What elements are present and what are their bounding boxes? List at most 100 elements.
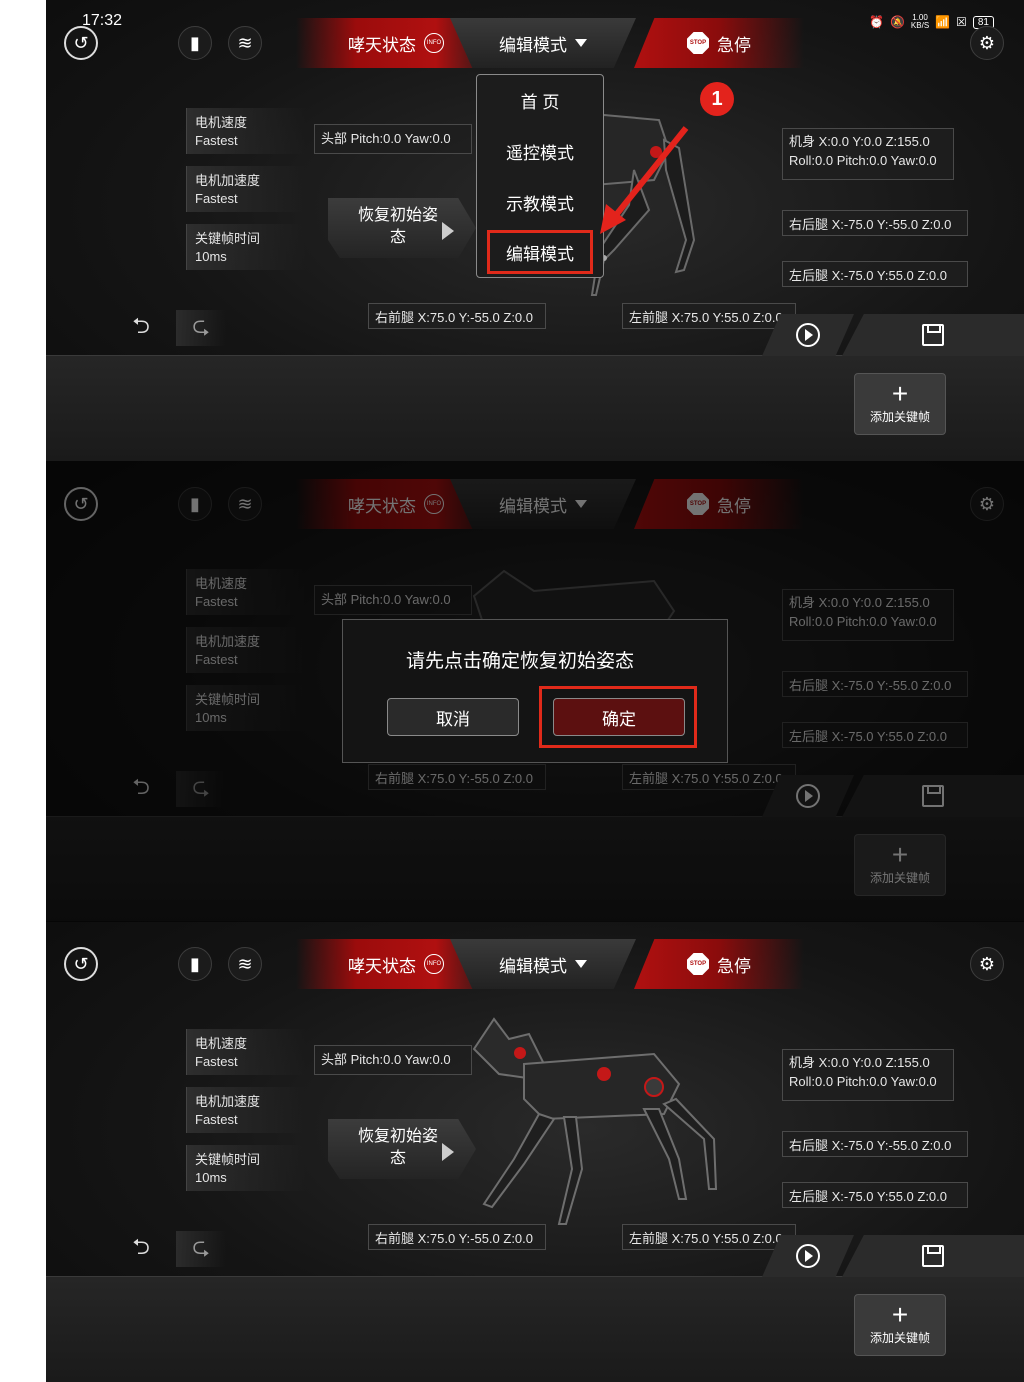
- settings-button[interactable]: ⚙: [970, 947, 1004, 981]
- save-icon: [922, 1245, 944, 1267]
- body-pose-rotation: Roll:0.0 Pitch:0.0 Yaw:0.0: [789, 1074, 937, 1089]
- chevron-down-icon: [575, 39, 587, 47]
- tab-status-label: 哮天状态: [348, 35, 416, 55]
- screen-panel-2: ↺ ▮ ≋ ⚙ 哮天状态 INFO 编辑模式 STOP 急停 电机速度 Fast…: [46, 461, 1024, 922]
- dialog-message: 请先点击确定恢复初始姿态: [405, 651, 634, 672]
- add-keyframe-button[interactable]: + 添加关键帧: [854, 1294, 946, 1356]
- alarm-icon: ⏰: [869, 15, 884, 29]
- step-marker-1: 1: [700, 82, 734, 116]
- plus-icon: +: [891, 378, 909, 409]
- stop-sign-icon: STOP: [687, 32, 709, 54]
- mode-selector-label: 编辑模式: [499, 35, 567, 55]
- restore-label: 恢复初始姿态: [357, 1128, 438, 1167]
- add-keyframe-label: 添加关键帧: [869, 1331, 930, 1345]
- info-icon: INFO: [424, 954, 444, 974]
- keyframe-time-value: 10ms: [195, 249, 227, 264]
- motor-accel-value: Fastest: [195, 1112, 238, 1127]
- left-rear-leg-pose: 左后腿 X:-75.0 Y:55.0 Z:0.0: [782, 1182, 968, 1208]
- battery-icon: ▮: [190, 953, 200, 974]
- mode-selector-label: 编辑模式: [499, 956, 567, 976]
- keyframe-time-param[interactable]: 关键帧时间 10ms: [186, 224, 306, 270]
- redo-icon[interactable]: ⮎: [176, 310, 226, 346]
- play-icon: [796, 323, 820, 347]
- motor-accel-param[interactable]: 电机加速度 Fastest: [186, 166, 306, 212]
- motor-accel-label: 电机加速度: [195, 1094, 261, 1109]
- restore-pose-dialog: 请先点击确定恢复初始姿态 取消 确定: [342, 619, 728, 763]
- body-pose-rotation: Roll:0.0 Pitch:0.0 Yaw:0.0: [789, 153, 937, 168]
- back-arrow-icon: ↺: [73, 953, 89, 974]
- keyframe-time-value: 10ms: [195, 1170, 227, 1185]
- confirm-button[interactable]: 确定: [553, 698, 685, 736]
- mute-icon: 🔕: [889, 15, 905, 29]
- play-triangle-icon: [442, 1143, 454, 1161]
- screen-panel-1: 17:32 ⏰ 🔕 1.00 KB/S 📶 ☒ 81 ↺ ▮ ≋ ⚙ 哮天状态 I…: [46, 0, 1024, 461]
- back-button[interactable]: ↺: [64, 947, 98, 981]
- tab-status-label: 哮天状态: [348, 956, 416, 976]
- right-front-leg-pose: 右前腿 X:75.0 Y:-55.0 Z:0.0: [368, 1224, 546, 1250]
- status-icons: ⏰ 🔕 1.00 KB/S 📶 ☒ 81: [869, 14, 994, 30]
- motor-speed-param[interactable]: 电机速度 Fastest: [186, 108, 306, 154]
- right-rear-leg-pose: 右后腿 X:-75.0 Y:-55.0 Z:0.0: [782, 1131, 968, 1157]
- motor-accel-label: 电机加速度: [195, 173, 261, 188]
- chevron-down-icon: [575, 960, 587, 968]
- stop-sign-icon: STOP: [687, 953, 709, 975]
- menu-item-home[interactable]: 首 页: [477, 75, 603, 126]
- mode-selector[interactable]: 编辑模式: [450, 939, 636, 989]
- battery-button[interactable]: ▮: [178, 947, 212, 981]
- play-triangle-icon: [442, 222, 454, 240]
- keyframe-time-label: 关键帧时间: [195, 1152, 261, 1167]
- battery-button[interactable]: ▮: [178, 26, 212, 60]
- save-button[interactable]: [842, 1235, 1024, 1277]
- emergency-stop-label: 急停: [717, 35, 751, 55]
- cancel-button[interactable]: 取消: [387, 698, 519, 736]
- restore-initial-pose-button[interactable]: 恢复初始姿态: [328, 1119, 476, 1179]
- mode-dropdown-menu: 首 页 遥控模式 示教模式 编辑模式: [476, 74, 604, 278]
- body-pose-position: 机身 X:0.0 Y:0.0 Z:155.0: [789, 134, 930, 149]
- head-pose: 头部 Pitch:0.0 Yaw:0.0: [314, 124, 472, 154]
- motor-speed-label: 电机速度: [195, 1036, 248, 1051]
- back-button[interactable]: ↺: [64, 26, 98, 60]
- keyframe-time-param[interactable]: 关键帧时间 10ms: [186, 1145, 306, 1191]
- left-rear-leg-pose: 左后腿 X:-75.0 Y:55.0 Z:0.0: [782, 261, 968, 287]
- body-pose: 机身 X:0.0 Y:0.0 Z:155.0 Roll:0.0 Pitch:0.…: [782, 1049, 954, 1101]
- right-rear-leg-pose: 右后腿 X:-75.0 Y:-55.0 Z:0.0: [782, 210, 968, 236]
- net-speed: 1.00 KB/S: [910, 13, 930, 30]
- motor-accel-param[interactable]: 电机加速度 Fastest: [186, 1087, 306, 1133]
- motor-speed-value: Fastest: [195, 1054, 238, 1069]
- emergency-stop-label: 急停: [717, 956, 751, 976]
- body-pose: 机身 X:0.0 Y:0.0 Z:155.0 Roll:0.0 Pitch:0.…: [782, 128, 954, 180]
- wifi-button[interactable]: ≋: [228, 26, 262, 60]
- gear-icon: ⚙: [978, 32, 996, 53]
- emergency-stop-button[interactable]: STOP 急停: [634, 939, 804, 989]
- motor-speed-value: Fastest: [195, 133, 238, 148]
- save-button[interactable]: [842, 314, 1024, 356]
- play-icon: [796, 1244, 820, 1268]
- battery-icon: ▮: [190, 32, 200, 53]
- plus-icon: +: [891, 1299, 909, 1330]
- head-pose: 头部 Pitch:0.0 Yaw:0.0: [314, 1045, 472, 1075]
- menu-item-remote-mode[interactable]: 遥控模式: [477, 126, 603, 177]
- left-front-leg-pose: 左前腿 X:75.0 Y:55.0 Z:0.0: [622, 1224, 796, 1250]
- info-icon: INFO: [424, 33, 444, 53]
- settings-button[interactable]: ⚙: [970, 26, 1004, 60]
- menu-item-edit-mode[interactable]: 编辑模式: [487, 230, 593, 274]
- right-front-leg-pose: 右前腿 X:75.0 Y:-55.0 Z:0.0: [368, 303, 546, 329]
- mode-selector[interactable]: 编辑模式: [450, 18, 636, 68]
- save-icon: [922, 324, 944, 346]
- emergency-stop-button[interactable]: STOP 急停: [634, 18, 804, 68]
- screen-panel-3: ↺ ▮ ≋ ⚙ 哮天状态 INFO 编辑模式 STOP 急停 电机速度 Fast…: [46, 921, 1024, 1382]
- instruction-arrow: [600, 126, 689, 234]
- restore-initial-pose-button[interactable]: 恢复初始姿态: [328, 198, 476, 258]
- body-pose-position: 机身 X:0.0 Y:0.0 Z:155.0: [789, 1055, 930, 1070]
- motor-speed-param[interactable]: 电机速度 Fastest: [186, 1029, 306, 1075]
- undo-icon[interactable]: ⮌: [116, 310, 166, 346]
- close-box-icon: ☒: [956, 15, 967, 29]
- wifi-button[interactable]: ≋: [228, 947, 262, 981]
- menu-item-teach-mode[interactable]: 示教模式: [477, 177, 603, 228]
- redo-icon[interactable]: ⮎: [176, 1231, 226, 1267]
- add-keyframe-button[interactable]: + 添加关键帧: [854, 373, 946, 435]
- undo-icon[interactable]: ⮌: [116, 1231, 166, 1267]
- wifi-icon: ≋: [237, 32, 253, 53]
- restore-label: 恢复初始姿态: [357, 207, 438, 246]
- motor-speed-label: 电机速度: [195, 115, 248, 130]
